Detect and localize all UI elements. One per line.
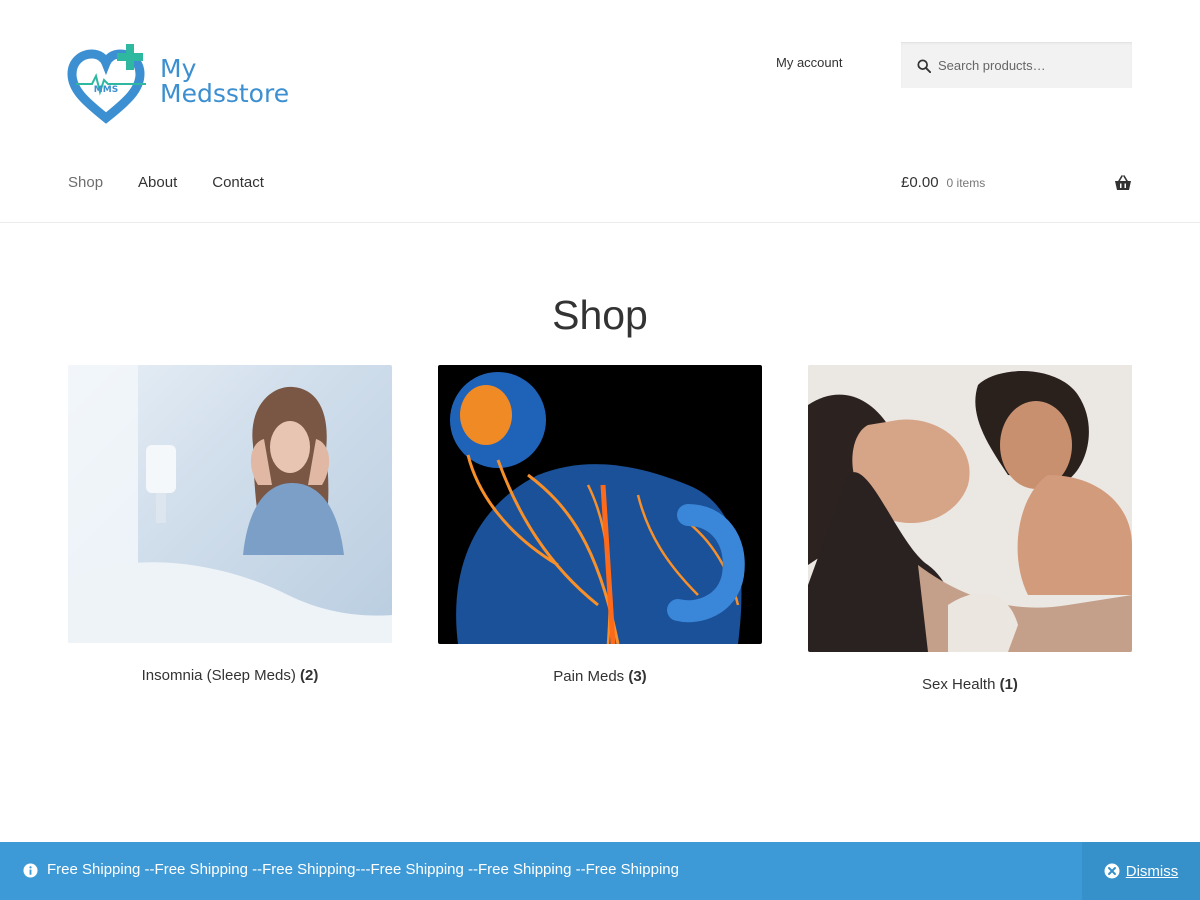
category-label[interactable]: Sex Health (1): [808, 676, 1132, 693]
store-notice: Free Shipping --Free Shipping --Free Shi…: [0, 842, 1200, 900]
category-image-insomnia[interactable]: [68, 365, 392, 643]
primary-nav: Shop About Contact: [68, 174, 299, 191]
notice-message: Free Shipping --Free Shipping --Free Shi…: [47, 861, 679, 878]
category-label[interactable]: Pain Meds (3): [438, 668, 762, 685]
basket-icon[interactable]: [1114, 174, 1132, 191]
search-input[interactable]: [938, 58, 1118, 73]
product-search[interactable]: [901, 42, 1132, 88]
cart-amount: £0.00: [901, 174, 939, 191]
insomnia-photo: [68, 365, 392, 643]
category-image-pain-meds[interactable]: [438, 365, 762, 644]
category-name: Sex Health: [922, 676, 996, 693]
page-title: Shop: [552, 292, 648, 338]
my-account-link[interactable]: My account: [776, 55, 842, 70]
category-card-sex-health[interactable]: Sex Health (1): [808, 365, 1132, 693]
category-name: Insomnia (Sleep Meds): [141, 667, 296, 684]
category-count: (2): [300, 667, 319, 684]
search-icon: [917, 58, 931, 73]
logo-line-1: My: [160, 54, 197, 83]
mini-cart[interactable]: £0.00 0 items: [901, 174, 1132, 191]
header-divider: [0, 222, 1200, 223]
category-image-sex-health[interactable]: [808, 365, 1132, 652]
site-logo[interactable]: MMS My Medsstore: [66, 40, 300, 128]
nav-item-shop[interactable]: Shop: [68, 174, 103, 191]
info-icon: [23, 863, 38, 878]
heart-logo-icon: MMS: [67, 44, 146, 124]
category-name: Pain Meds: [553, 668, 625, 685]
nav-item-about[interactable]: About: [138, 174, 177, 191]
category-count: (3): [628, 668, 647, 685]
dismiss-label: Dismiss: [1125, 862, 1179, 880]
close-circle-icon: [1104, 863, 1120, 879]
nav-item-contact[interactable]: Contact: [212, 174, 264, 191]
logo-badge-text: MMS: [94, 85, 118, 95]
category-card-insomnia[interactable]: Insomnia (Sleep Meds) (2): [68, 365, 392, 684]
cart-count: 0 items: [946, 175, 986, 190]
pain-photo: [450, 372, 745, 644]
dismiss-button[interactable]: Dismiss: [1082, 842, 1200, 900]
logo-wordmark: My Medsstore: [160, 56, 289, 106]
logo-line-2: Medsstore: [160, 79, 290, 108]
category-label[interactable]: Insomnia (Sleep Meds) (2): [68, 667, 392, 684]
category-card-pain-meds[interactable]: Pain Meds (3): [438, 365, 762, 685]
category-count: (1): [999, 676, 1018, 693]
couple-photo: [808, 365, 1132, 652]
